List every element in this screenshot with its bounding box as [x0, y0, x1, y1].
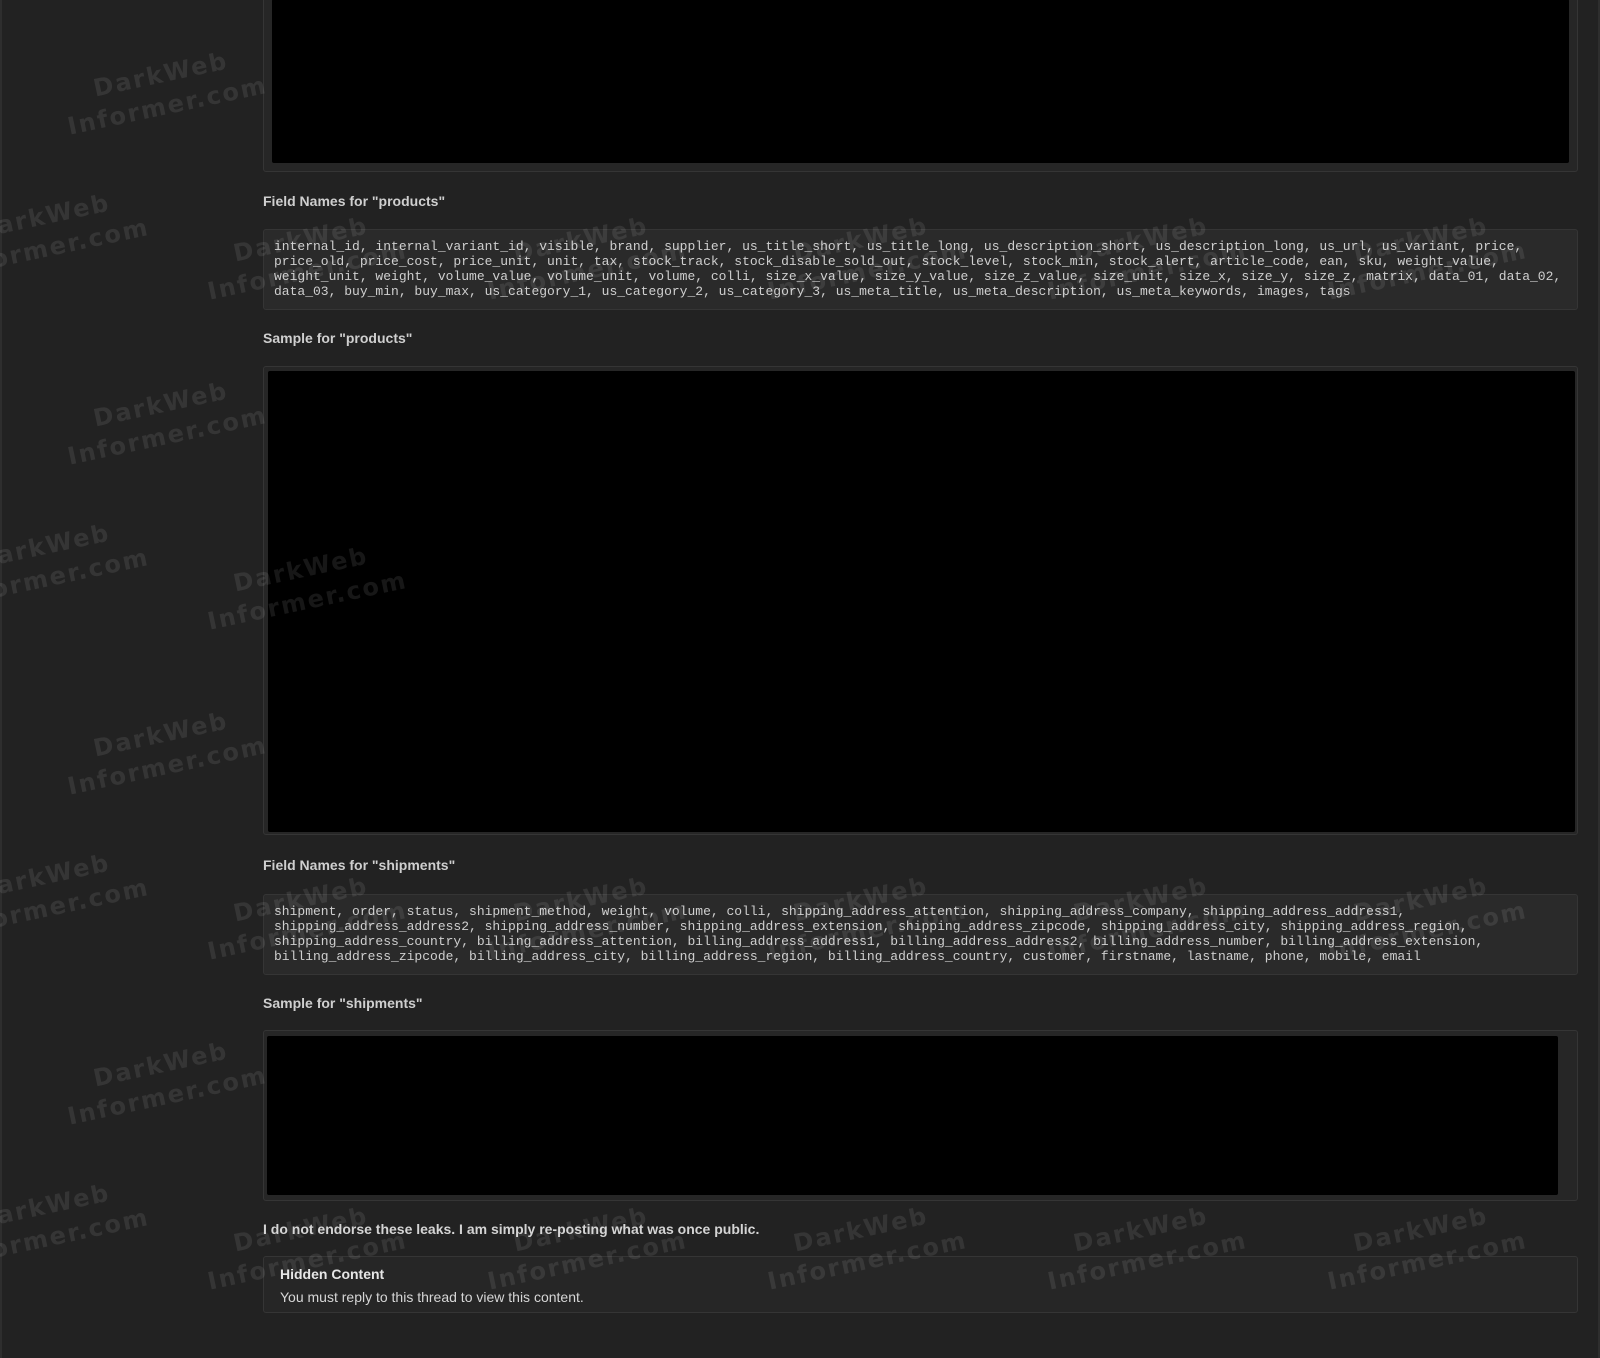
- forum-post-page: Field Names for "products" internal_id, …: [0, 0, 1600, 1358]
- shipments-fields-heading: Field Names for "shipments": [263, 857, 456, 873]
- products-fields-heading: Field Names for "products": [263, 193, 446, 209]
- left-border: [0, 0, 2, 1358]
- hidden-content-box: Hidden Content You must reply to this th…: [263, 1256, 1578, 1313]
- shipments-sample-heading: Sample for "shipments": [263, 995, 423, 1011]
- redacted-image: [268, 371, 1575, 832]
- embedded-image-top: [263, 0, 1578, 172]
- products-sample-image: [263, 366, 1578, 835]
- watermark: DarkWebInformer.com: [65, 46, 270, 141]
- shipments-sample-image: [263, 1030, 1578, 1201]
- hidden-content-message: You must reply to this thread to view th…: [280, 1289, 584, 1305]
- products-sample-heading: Sample for "products": [263, 330, 413, 346]
- watermark: DarkWebInformer.com: [65, 376, 270, 471]
- products-fields-code: internal_id, internal_variant_id, visibl…: [263, 229, 1578, 310]
- hidden-content-title: Hidden Content: [280, 1266, 385, 1282]
- watermark: DarkWebInformer.com: [0, 1178, 152, 1273]
- watermark: DarkWebInformer.com: [0, 188, 152, 283]
- disclaimer-text: I do not endorse these leaks. I am simpl…: [263, 1221, 760, 1237]
- watermark: DarkWebInformer.com: [65, 1036, 270, 1131]
- watermark: DarkWebInformer.com: [0, 848, 152, 943]
- redacted-image: [272, 0, 1569, 163]
- watermark: DarkWebInformer.com: [0, 518, 152, 613]
- watermark: DarkWebInformer.com: [65, 706, 270, 801]
- shipments-fields-code: shipment, order, status, shipment_method…: [263, 894, 1578, 975]
- redacted-image: [267, 1036, 1558, 1195]
